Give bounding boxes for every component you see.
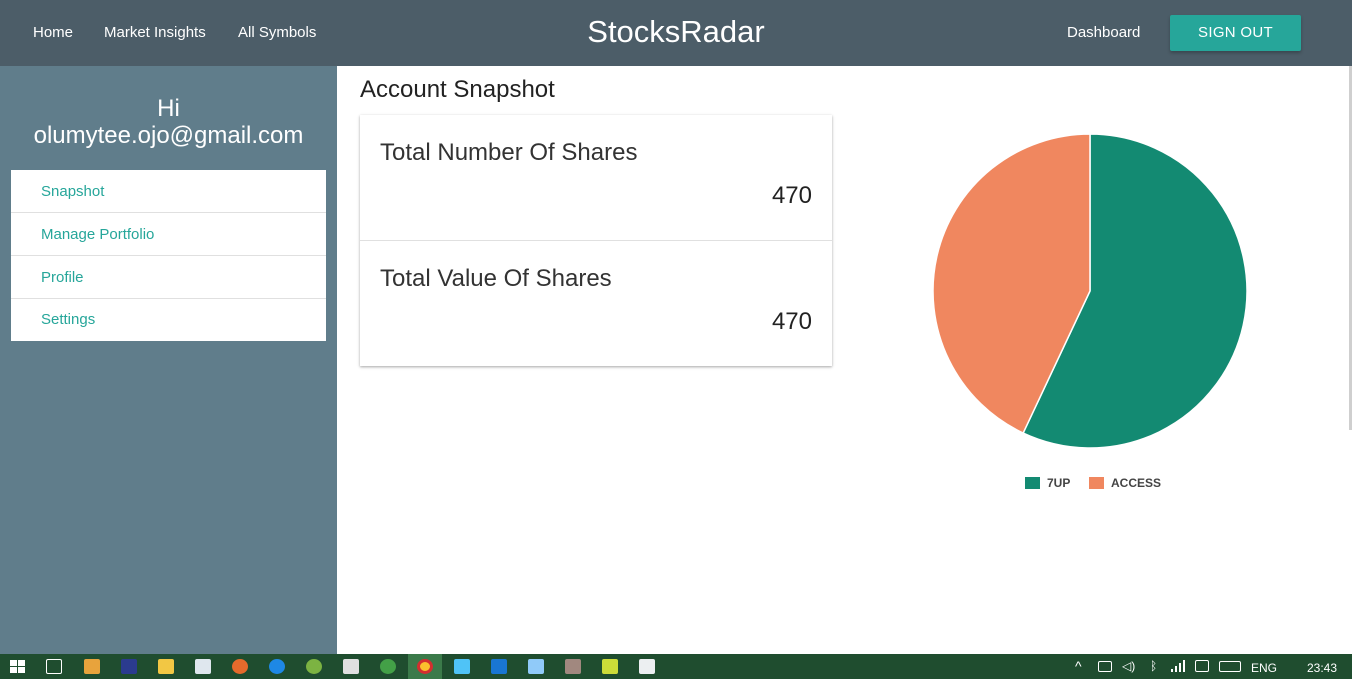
firefox-icon[interactable] xyxy=(232,659,248,674)
app-icon[interactable] xyxy=(380,659,396,674)
keyboard-icon[interactable] xyxy=(1219,661,1241,672)
stat-total-value: Total Value Of Shares 470 xyxy=(360,240,832,365)
stat-total-shares: Total Number Of Shares 470 xyxy=(360,115,832,240)
greeting-hi: Hi xyxy=(157,95,180,122)
wifi-signal-icon[interactable] xyxy=(1171,660,1185,672)
app-icon[interactable] xyxy=(528,659,544,674)
app-icon[interactable] xyxy=(454,659,470,674)
page-title: Account Snapshot xyxy=(360,76,555,103)
sidebar-item-snapshot[interactable]: Snapshot xyxy=(11,170,326,213)
stat-label: Total Number Of Shares xyxy=(380,139,638,166)
utorrent-icon[interactable] xyxy=(306,659,322,674)
legend-label: ACCESS xyxy=(1111,476,1162,490)
windows-start-icon[interactable] xyxy=(10,660,25,674)
legend-label: 7UP xyxy=(1047,476,1071,490)
legend-swatch xyxy=(1025,477,1040,489)
nav-link-market-insights[interactable]: Market Insights xyxy=(104,24,206,41)
sidebar-menu: Snapshot Manage Portfolio Profile Settin… xyxy=(11,170,326,341)
file-explorer-icon[interactable] xyxy=(158,659,174,674)
windows-taskbar: ^ ◁) ᛒ ENG 23:43 xyxy=(0,654,1352,679)
battery-icon[interactable] xyxy=(1098,661,1112,672)
nav-link-dashboard[interactable]: Dashboard xyxy=(1067,24,1140,41)
stat-value: 470 xyxy=(771,182,812,209)
clock[interactable]: 23:43 xyxy=(1307,661,1337,675)
nav-link-all-symbols[interactable]: All Symbols xyxy=(238,24,316,41)
legend-item-7up[interactable]: 7UP xyxy=(1025,476,1070,490)
task-view-icon[interactable] xyxy=(46,659,62,674)
sidebar: Hi olumytee.ojo@gmail.com Snapshot Manag… xyxy=(0,66,337,654)
legend-item-access[interactable]: ACCESS xyxy=(1089,476,1161,490)
volume-icon[interactable]: ◁) xyxy=(1122,659,1135,673)
media-player-icon[interactable] xyxy=(84,659,100,674)
edge-icon[interactable] xyxy=(269,659,285,674)
app-icon[interactable] xyxy=(639,659,655,674)
app-icon[interactable] xyxy=(602,659,618,674)
portfolio-pie-chart: 7UP ACCESS xyxy=(900,120,1280,510)
chevron-up-icon[interactable]: ^ xyxy=(1075,658,1082,674)
nav-link-home[interactable]: Home xyxy=(33,24,73,41)
bluetooth-icon[interactable]: ᛒ xyxy=(1150,659,1157,673)
language-indicator[interactable]: ENG xyxy=(1251,661,1277,675)
stats-card: Total Number Of Shares 470 Total Value O… xyxy=(360,115,832,366)
greeting-email: olumytee.ojo@gmail.com xyxy=(33,122,304,149)
sign-out-button[interactable]: SIGN OUT xyxy=(1170,15,1301,51)
stat-value: 470 xyxy=(771,308,812,335)
stat-label: Total Value Of Shares xyxy=(380,265,612,292)
mail-icon[interactable] xyxy=(343,659,359,674)
legend-swatch xyxy=(1089,477,1104,489)
brand-logo-text[interactable]: StocksRadar xyxy=(587,14,764,49)
sidebar-item-settings[interactable]: Settings xyxy=(11,299,326,341)
app-icon[interactable] xyxy=(121,659,137,674)
action-center-icon[interactable] xyxy=(1195,660,1209,672)
chrome-icon[interactable] xyxy=(417,659,433,674)
top-navbar: Home Market Insights All Symbols StocksR… xyxy=(0,0,1352,66)
store-icon[interactable] xyxy=(195,659,211,674)
app-icon[interactable] xyxy=(491,659,507,674)
app-icon[interactable] xyxy=(565,659,581,674)
sidebar-item-manage-portfolio[interactable]: Manage Portfolio xyxy=(11,213,326,256)
sidebar-item-profile[interactable]: Profile xyxy=(11,256,326,299)
pie-svg xyxy=(932,133,1248,449)
